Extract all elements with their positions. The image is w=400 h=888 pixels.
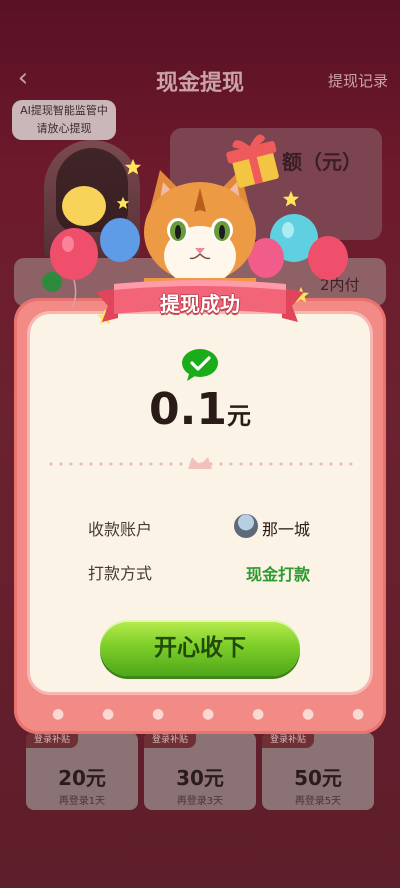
withdraw-record-link[interactable]: 提现记录	[328, 70, 388, 91]
bonus-tag: 登录补贴	[262, 732, 314, 748]
bonus-card[interactable]: 登录补贴 20元 再登录1天	[26, 732, 138, 810]
star-icon	[116, 196, 130, 209]
star-icon	[124, 158, 142, 175]
ai-badge-line2: 请放心提现	[36, 122, 92, 135]
paw-icon: ●	[352, 706, 365, 722]
account-avatar	[234, 514, 258, 538]
paw-icon: ●	[152, 706, 165, 722]
ai-monitor-badge: AI提现智能监管中 请放心提现	[12, 100, 116, 140]
paw-icon: ●	[302, 706, 315, 722]
bonus-amount: 30元	[176, 766, 224, 790]
bonus-amount: 50元	[294, 766, 342, 790]
wechat-icon	[182, 349, 218, 381]
paw-icon: ●	[252, 706, 265, 722]
paw-icon: ●	[202, 706, 215, 722]
accept-button[interactable]: 开心收下	[100, 620, 300, 676]
ai-badge-line1: AI提现智能监管中	[20, 104, 108, 117]
gift-icon	[226, 134, 279, 188]
payment-method-value: 现金打款	[246, 565, 311, 584]
top-bar: ‹ 现金提现 提现记录	[0, 55, 400, 105]
cat-ears-divider-icon	[188, 457, 212, 469]
withdraw-amount: 0.1元	[0, 384, 400, 435]
bonus-condition: 再登录3天	[176, 796, 224, 807]
payment-method-label: 打款方式	[88, 564, 153, 583]
receive-account-value: 那一城	[262, 520, 311, 539]
bonus-card[interactable]: 登录补贴 50元 再登录5天	[262, 732, 374, 810]
paw-decoration-row: ● ● ● ● ● ● ●	[14, 706, 386, 730]
bonus-condition: 再登录1天	[58, 796, 106, 807]
bonus-tag: 登录补贴	[26, 732, 78, 748]
bonus-tag: 登录补贴	[144, 732, 196, 748]
popup-title: 提现成功	[160, 292, 240, 316]
star-icon	[282, 190, 300, 207]
bonus-card[interactable]: 登录补贴 30元 再登录3天	[144, 732, 256, 810]
login-bonus-row: 登录补贴 20元 再登录1天 登录补贴 30元 再登录3天 登录补贴 50元 再…	[14, 722, 386, 822]
bonus-amount: 20元	[58, 766, 106, 790]
amount-unit: 元	[226, 402, 251, 430]
balance-label: 额（元）	[282, 150, 362, 174]
amount-value: 0.1	[149, 384, 227, 435]
bonus-condition: 再登录5天	[294, 796, 342, 807]
paw-icon: ●	[52, 706, 65, 722]
paw-icon: ●	[102, 706, 115, 722]
receive-account-label: 收款账户	[88, 520, 153, 539]
